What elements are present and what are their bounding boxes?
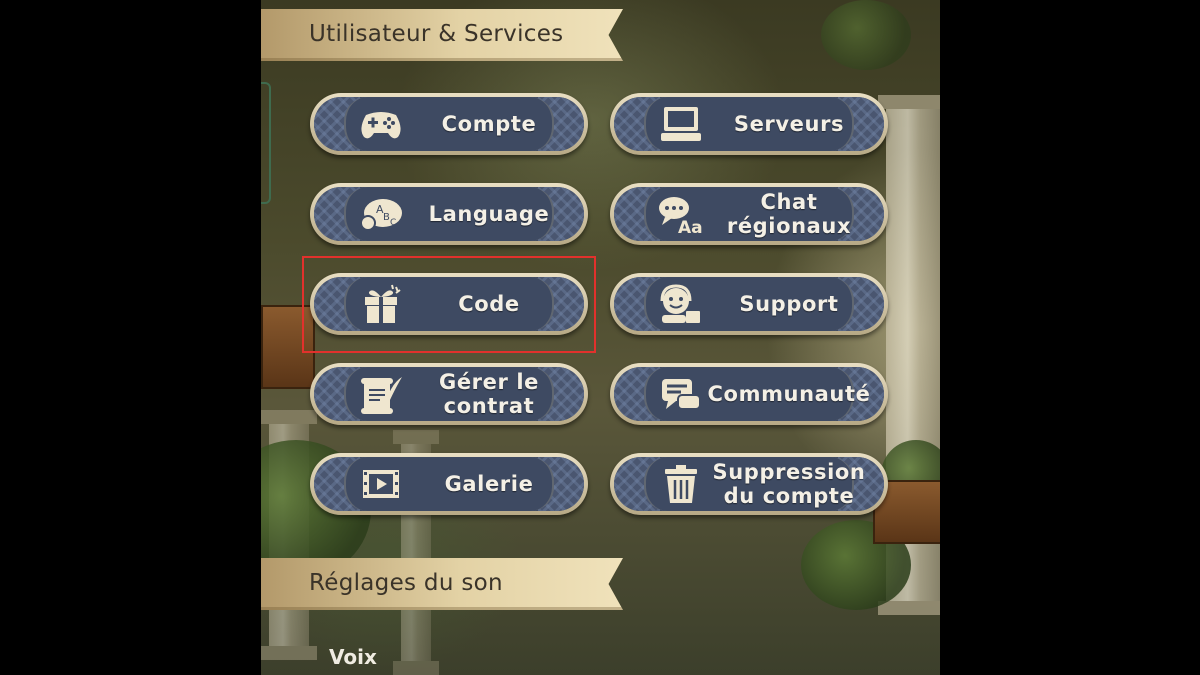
svg-text:C: C — [390, 218, 396, 228]
gamepad-icon — [361, 112, 401, 139]
chat-translate-icon: Aa — [659, 197, 703, 235]
manage-contract-button[interactable]: Gérer le contrat — [310, 363, 588, 425]
button-label: Galerie — [444, 472, 534, 496]
button-label: Support — [739, 292, 839, 316]
community-button[interactable]: Communauté — [610, 363, 888, 425]
support-agent-icon — [660, 284, 700, 323]
section-header-user-services: Utilisateur & Services — [261, 9, 623, 61]
side-tab[interactable] — [261, 82, 271, 204]
gift-icon — [365, 284, 401, 323]
regional-chat-button[interactable]: Aa Chat régionaux — [610, 183, 888, 245]
film-play-icon — [363, 470, 399, 498]
section-title: Réglages du son — [309, 570, 503, 596]
svg-text:Aa: Aa — [678, 218, 703, 235]
scroll-quill-icon — [361, 377, 402, 414]
section-header-sound-settings: Réglages du son — [261, 558, 623, 610]
button-label: Communauté — [707, 382, 871, 406]
delete-account-button[interactable]: Suppression du compte — [610, 453, 888, 515]
button-label: Code — [458, 292, 520, 316]
language-button[interactable]: A B C Language — [310, 183, 588, 245]
computer-icon — [661, 107, 701, 141]
button-label: Language — [428, 202, 550, 226]
voice-label: Voix — [329, 645, 377, 669]
servers-button[interactable]: Serveurs — [610, 93, 888, 155]
section-title: Utilisateur & Services — [309, 21, 564, 47]
button-label: Suppression du compte — [712, 460, 866, 508]
community-chat-icon — [662, 379, 701, 410]
background-foliage — [821, 0, 911, 70]
support-button[interactable]: Support — [610, 273, 888, 335]
gallery-button[interactable]: Galerie — [310, 453, 588, 515]
button-label: Gérer le contrat — [439, 370, 539, 418]
trash-icon — [665, 465, 697, 503]
language-bubble-icon: A B C — [360, 199, 402, 231]
button-label: Chat régionaux — [726, 190, 852, 238]
account-button[interactable]: Compte — [310, 93, 588, 155]
svg-text:B: B — [383, 212, 390, 223]
button-label: Compte — [441, 112, 537, 136]
button-label: Serveurs — [733, 112, 845, 136]
